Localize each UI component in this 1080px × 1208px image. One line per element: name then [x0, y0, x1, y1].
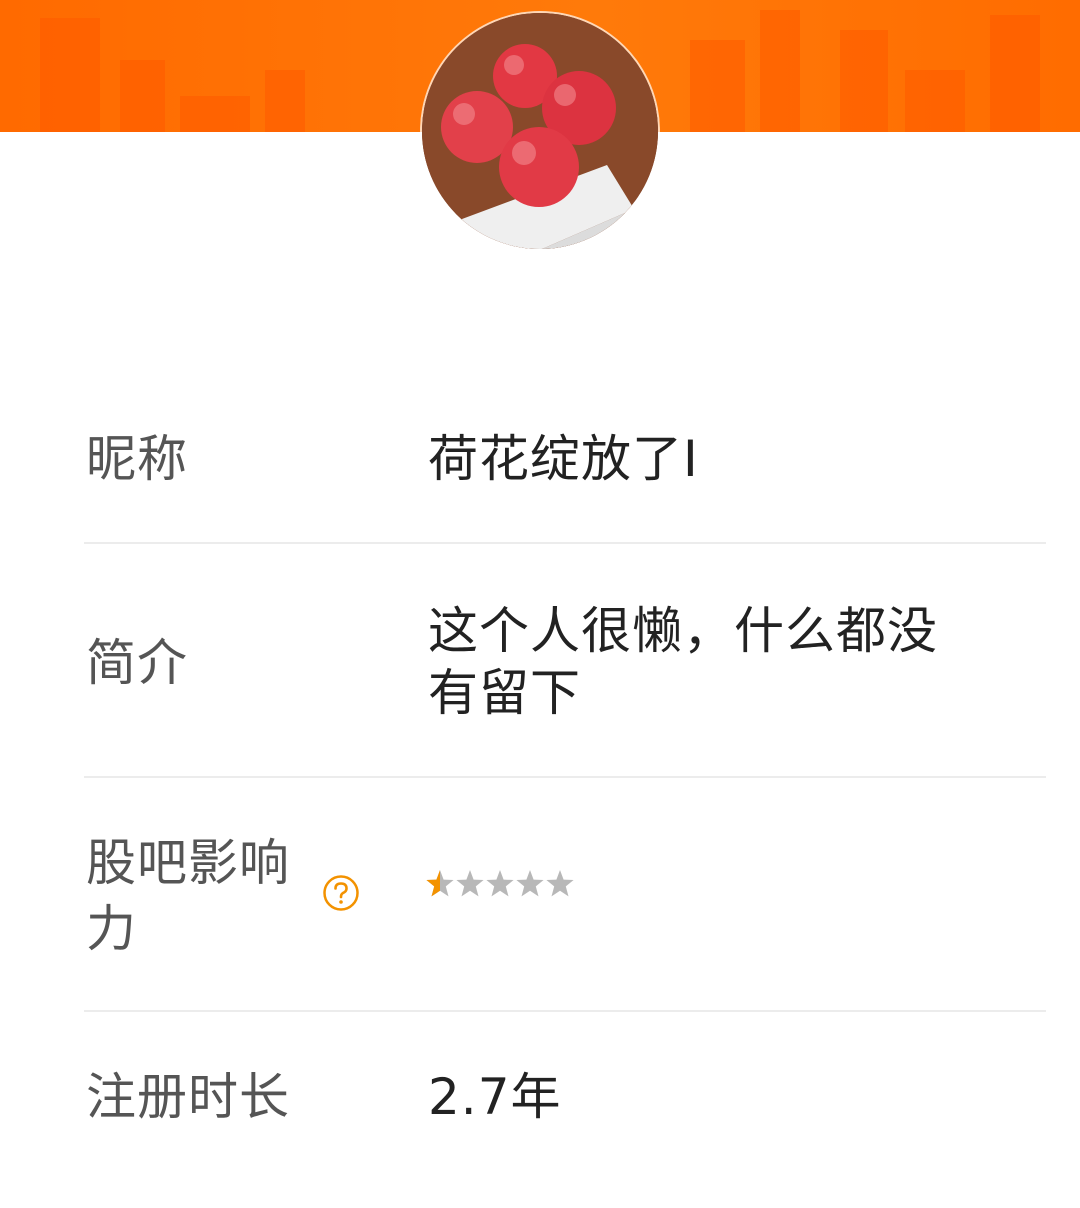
bio-label: 简介	[86, 634, 188, 692]
star-icon	[426, 870, 454, 897]
influence-row[interactable]: 股吧影响 力	[84, 778, 1046, 1012]
star-icon	[486, 870, 514, 897]
star-icon	[456, 870, 484, 897]
influence-label-line1: 股吧影响	[86, 834, 290, 892]
question-circle-icon[interactable]	[322, 874, 360, 912]
star-icon	[516, 870, 544, 897]
apple-photo-avatar	[422, 13, 658, 249]
registration-label: 注册时长	[86, 1068, 290, 1126]
bio-value-line2: 有留下	[428, 664, 581, 722]
influence-label-line2: 力	[86, 900, 137, 958]
star-icon	[546, 870, 574, 897]
nickname-label: 昵称	[86, 430, 188, 488]
influence-star-rating	[426, 869, 576, 899]
registration-row[interactable]: 注册时长 2.7年	[84, 1012, 1046, 1192]
bio-row[interactable]: 简介 这个人很懒，什么都没 有留下	[84, 544, 1046, 778]
bio-value-line1: 这个人很懒，什么都没	[428, 602, 938, 660]
nickname-row[interactable]: 昵称 荷花绽放了I	[84, 392, 1046, 544]
avatar[interactable]	[422, 13, 658, 249]
nickname-value: 荷花绽放了I	[428, 430, 699, 488]
registration-value: 2.7年	[428, 1068, 562, 1126]
